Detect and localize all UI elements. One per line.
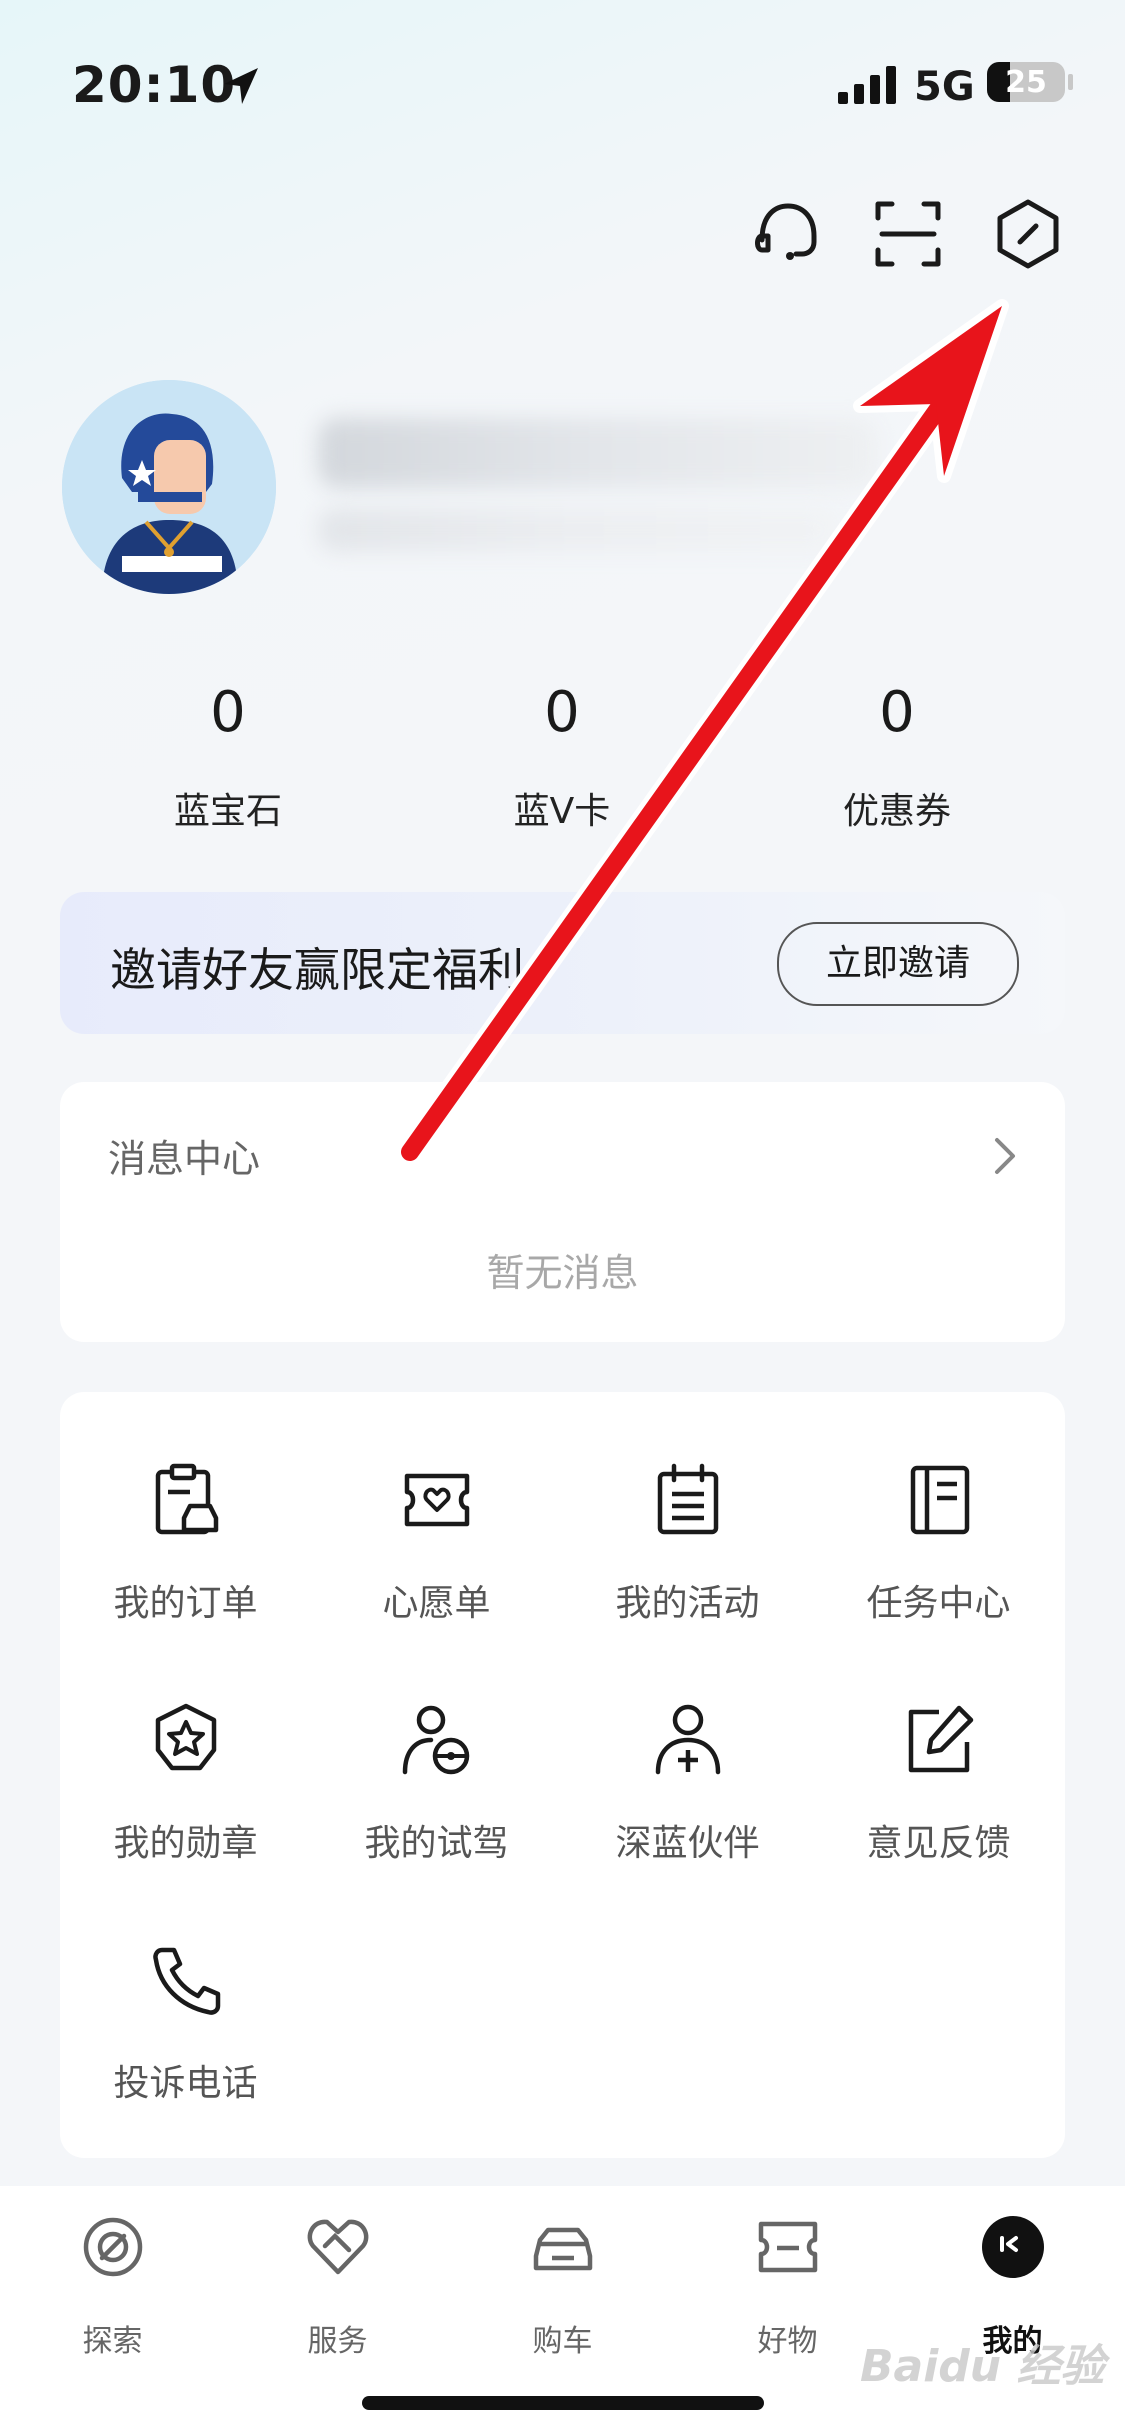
partner-icon [655,1704,721,1775]
grid-item-label: 我的活动 [615,1583,760,1624]
grid-item-feedback[interactable]: 意见反馈 [813,1702,1064,1902]
grid-item-label: 我的订单 [113,1583,258,1624]
stat-coupon-label[interactable]: 优惠券 [747,782,1047,834]
headset-icon[interactable] [750,196,826,272]
grid-item-test-drive[interactable]: 我的试驾 [311,1702,562,1902]
profile-icon [982,2216,1044,2278]
grid-item-label: 投诉电话 [113,2063,258,2104]
stat-gems-label[interactable]: 蓝宝石 [78,782,378,834]
grid-item-label: 意见反馈 [866,1823,1011,1864]
wishlist-icon [404,1473,470,1527]
medal-icon [155,1703,217,1771]
grid-item-complaint-phone[interactable]: 投诉电话 [60,1942,311,2142]
stat-vcard-label[interactable]: 蓝V卡 [412,782,712,834]
battery-level: 25 [1005,65,1047,100]
stat-vcard-value[interactable]: 0 [412,680,712,745]
grid-item-label: 我的试驾 [364,1823,509,1864]
battery-icon: 25 [987,62,1065,102]
tab-label: 服务 [307,2324,368,2359]
grid-item-partner[interactable]: 深蓝伙伴 [562,1702,813,1902]
explore-icon [83,2217,143,2277]
service-icon [307,2219,369,2275]
tab-label: 探索 [82,2324,143,2359]
feedback-icon [908,1705,974,1773]
grid-item-label: 心愿单 [382,1583,491,1624]
grid-item-wishlist[interactable]: 心愿单 [311,1462,562,1662]
message-center-title: 消息中心 [108,1137,261,1181]
grid-item-tasks[interactable]: 任务中心 [813,1462,1064,1662]
stat-coupon-value[interactable]: 0 [747,680,1047,745]
test-drive-icon [402,1705,470,1775]
avatar[interactable] [62,380,276,594]
grid-item-activities[interactable]: 我的活动 [562,1462,813,1662]
grid-item-label: 任务中心 [866,1583,1011,1624]
signal-icon [838,66,896,104]
settings-hexagon-icon[interactable] [990,196,1066,272]
tab-service[interactable]: 服务 [225,2214,450,2374]
chevron-right-icon[interactable] [989,1134,1021,1178]
message-center-card[interactable]: 消息中心 暂无消息 [60,1082,1065,1342]
order-icon [155,1463,219,1535]
stat-gems-value[interactable]: 0 [78,680,378,745]
status-time: 20:10 [72,56,237,114]
grid-item-label: 我的勋章 [113,1823,258,1864]
car-icon [533,2227,593,2271]
tab-buy-car[interactable]: 购车 [450,2214,675,2374]
tab-explore[interactable]: 探索 [0,2214,225,2374]
home-indicator[interactable] [362,2396,764,2410]
scan-icon[interactable] [870,196,946,272]
grid-item-label: 深蓝伙伴 [615,1823,760,1864]
username-blurred [318,418,878,488]
grid-item-medals[interactable]: 我的勋章 [60,1702,311,1902]
user-tags-blurred [318,508,838,552]
goods-icon [758,2221,818,2273]
message-empty-text: 暂无消息 [486,1251,639,1295]
location-arrow-icon [224,68,258,104]
invite-button[interactable]: 立即邀请 [777,922,1019,1006]
invite-banner[interactable]: 邀请好友赢限定福利 立即邀请 [60,892,1065,1034]
battery-tip [1068,74,1073,90]
task-icon [910,1465,970,1535]
network-type: 5G [914,64,975,110]
activity-icon [657,1463,719,1535]
invite-text: 邀请好友赢限定福利 [110,943,524,997]
avatar-illustration [62,380,276,594]
function-grid: 我的订单 心愿单 我的活动 任务中心 我的勋章 我的试驾 深蓝伙伴 意见反馈 投… [60,1392,1065,2158]
phone-icon [153,1947,221,2015]
tab-label: 购车 [532,2324,593,2359]
watermark: Baidu 经验 [860,2341,1105,2392]
grid-item-orders[interactable]: 我的订单 [60,1462,311,1662]
